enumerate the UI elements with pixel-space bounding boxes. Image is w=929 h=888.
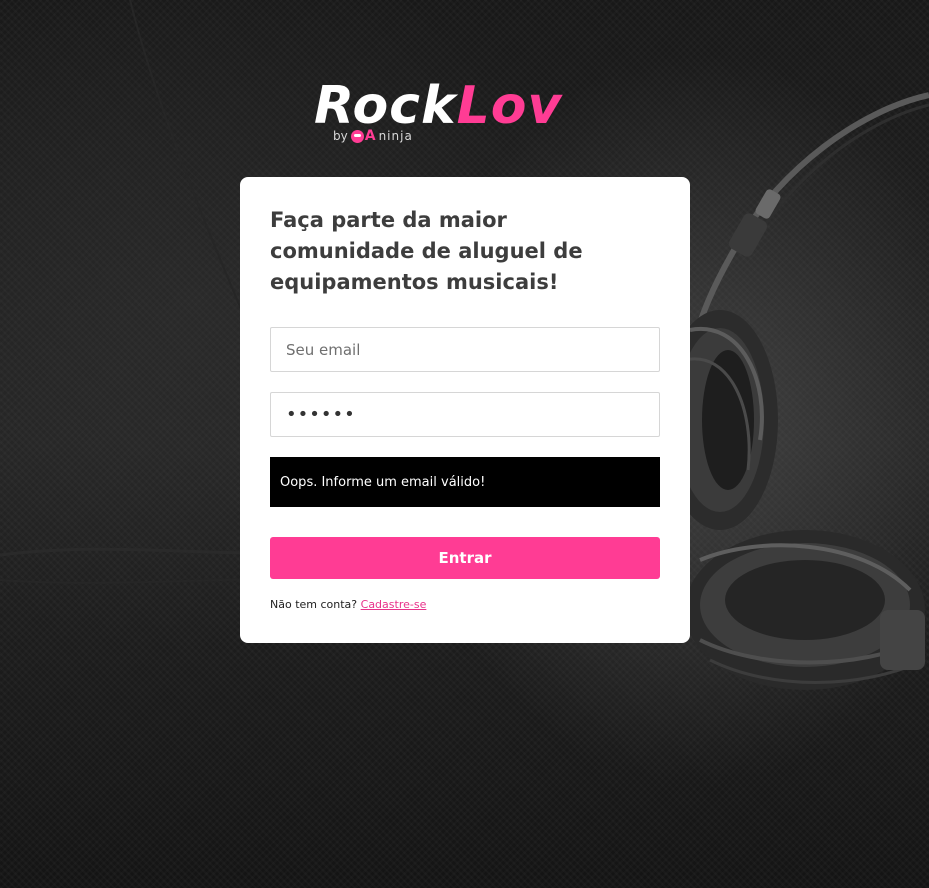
login-button[interactable]: Entrar <box>270 537 660 579</box>
page-title: Faça parte da maior comunidade de alugue… <box>270 208 583 294</box>
logo-wordmark: RockLov <box>314 78 562 134</box>
qa-badge-letter: A <box>364 128 376 144</box>
email-field[interactable] <box>270 327 660 372</box>
logo-word-lov: Lov <box>456 76 563 136</box>
password-field[interactable] <box>270 392 660 437</box>
rocklov-logo: RockLov by A ninja <box>314 78 624 150</box>
qa-badge-circle <box>350 129 364 143</box>
signup-prompt-text: Não tem conta? <box>270 598 358 611</box>
signup-prompt: Não tem conta? Cadastre-se <box>270 598 426 611</box>
logo-by-text: by <box>333 129 348 143</box>
error-alert: Oops. Informe um email válido! <box>270 457 660 507</box>
logo-byline: by A ninja <box>333 128 413 144</box>
signup-link[interactable]: Cadastre-se <box>361 598 427 611</box>
login-card: Faça parte da maior comunidade de alugue… <box>240 177 690 643</box>
logo-ninja-text: ninja <box>378 129 413 143</box>
error-alert-message: Oops. Informe um email válido! <box>280 474 486 490</box>
qa-ninja-icon: A <box>350 128 376 144</box>
logo-word-rock: Rock <box>314 76 457 136</box>
